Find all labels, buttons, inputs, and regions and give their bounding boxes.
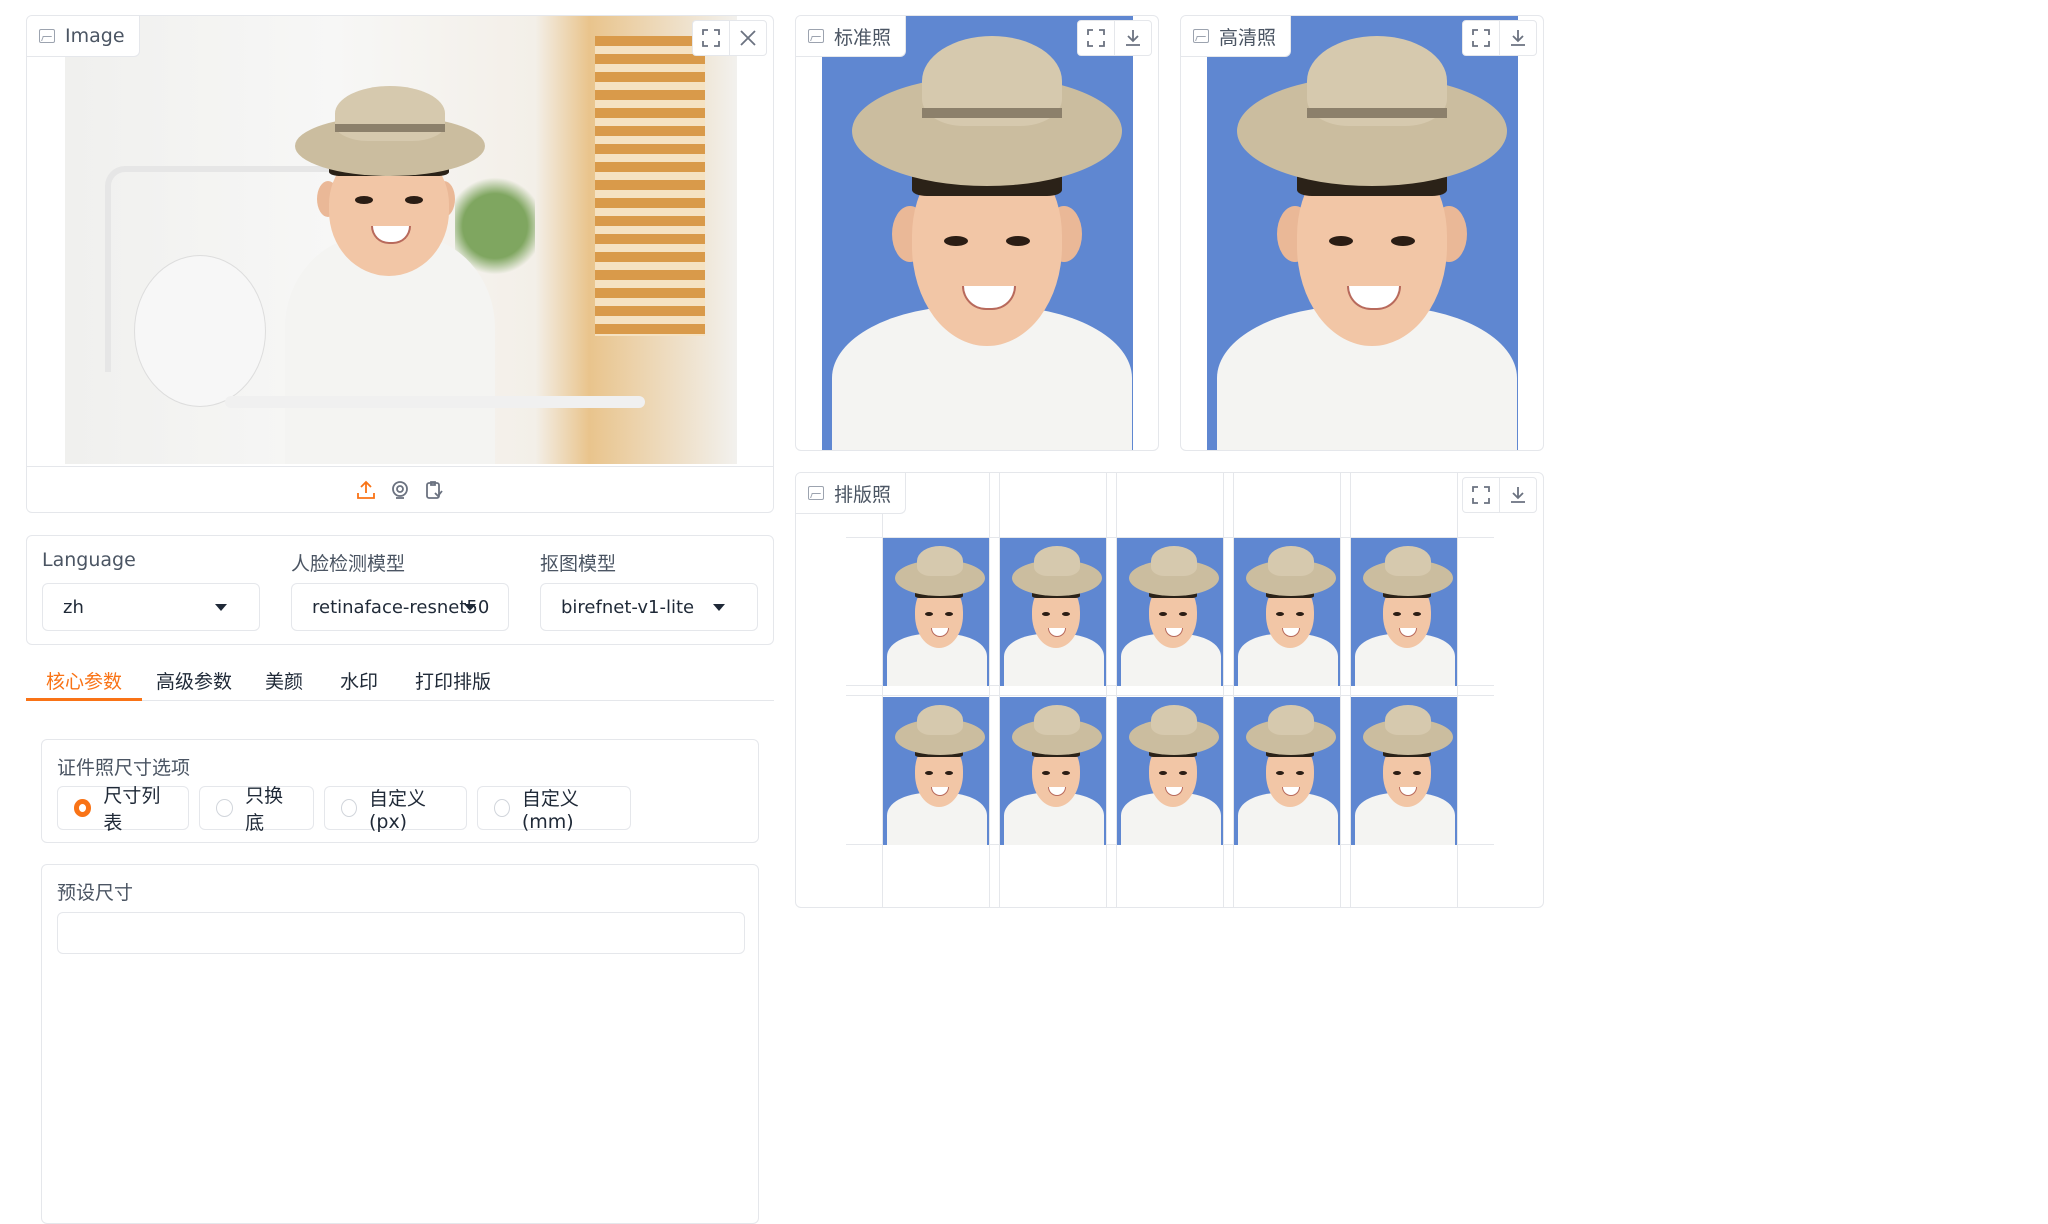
layout-thumbnail xyxy=(1000,697,1106,845)
parameter-tabs: 核心参数 高级参数 美颜 水印 打印排版 xyxy=(25,660,774,701)
layout-thumbnail xyxy=(1000,538,1106,686)
size-options-title: 证件照尺寸选项 xyxy=(57,757,191,779)
standard-photo-badge: 标准照 xyxy=(796,16,907,57)
upload-icon[interactable] xyxy=(354,478,378,502)
bunny-pillow xyxy=(135,256,265,406)
hd-photo-label: 高清照 xyxy=(1219,26,1277,49)
layout-thumbnail xyxy=(1234,697,1340,845)
matting-model-value: birefnet-v1-lite xyxy=(561,596,695,618)
standard-photo-image xyxy=(822,16,1133,450)
tab-core-params[interactable]: 核心参数 xyxy=(25,660,143,701)
crib-rail xyxy=(225,396,645,408)
fullscreen-icon[interactable] xyxy=(1463,478,1499,512)
radio-custom-mm-label: 自定义(mm) xyxy=(521,787,579,833)
layout-photo-badge: 排版照 xyxy=(796,473,907,514)
preset-size-title: 预设尺寸 xyxy=(57,882,134,904)
hd-photo-badge: 高清照 xyxy=(1181,16,1292,57)
radio-change-bg-label: 只换底 xyxy=(245,785,284,834)
clipboard-icon[interactable] xyxy=(422,478,446,502)
tab-advanced-params[interactable]: 高级参数 xyxy=(156,660,232,700)
fullscreen-icon[interactable] xyxy=(1078,21,1114,55)
webcam-icon[interactable] xyxy=(388,478,412,502)
matting-model-select[interactable]: birefnet-v1-lite xyxy=(540,583,758,631)
radio-dot xyxy=(494,799,510,817)
radio-dot xyxy=(74,799,92,817)
tab-print-layout[interactable]: 打印排版 xyxy=(415,660,491,700)
chevron-down-icon xyxy=(713,604,725,611)
layout-thumbnail xyxy=(1351,538,1457,686)
window-blinds xyxy=(595,36,705,336)
standard-photo-toolbar xyxy=(1077,20,1152,56)
face-model-label: 人脸检测模型 xyxy=(291,553,406,575)
standard-photo-panel: 标准照 xyxy=(795,15,1159,451)
radio-size-list-label: 尺寸列表 xyxy=(103,785,161,834)
download-icon[interactable] xyxy=(1114,21,1151,55)
hd-photo-panel: 高清照 xyxy=(1180,15,1544,451)
layout-photo-toolbar xyxy=(1462,477,1537,513)
input-image-toolbar xyxy=(692,20,767,56)
layout-sheet xyxy=(846,473,1494,907)
layout-thumbnail xyxy=(883,538,989,686)
hd-photo-image xyxy=(1207,16,1518,450)
radio-size-list[interactable]: 尺寸列表 xyxy=(57,785,189,834)
layout-thumbnail xyxy=(1351,697,1457,845)
input-image-panel: Image xyxy=(26,15,774,513)
preset-size-select[interactable] xyxy=(57,912,745,954)
image-icon xyxy=(1193,29,1209,43)
radio-custom-mm[interactable]: 自定义(mm) xyxy=(477,786,631,833)
fullscreen-icon[interactable] xyxy=(693,21,729,55)
layout-thumbnail xyxy=(1117,697,1223,845)
face-model-value: retinaface-resnet50 xyxy=(312,596,490,618)
radio-change-bg-only[interactable]: 只换底 xyxy=(199,785,314,834)
face-model-select[interactable]: retinaface-resnet50 xyxy=(291,583,509,631)
language-label: Language xyxy=(42,549,136,571)
image-icon xyxy=(39,29,55,43)
radio-custom-px[interactable]: 自定义(px) xyxy=(324,786,467,833)
input-image-badge: Image xyxy=(27,16,140,57)
layout-thumbnail xyxy=(1234,538,1340,686)
language-select[interactable]: zh xyxy=(42,583,260,631)
radio-dot xyxy=(216,799,234,817)
image-source-toolbar xyxy=(26,466,774,513)
input-image-label: Image xyxy=(65,25,125,47)
image-icon xyxy=(808,29,824,43)
standard-photo-label: 标准照 xyxy=(834,26,892,49)
layout-photo-panel: 排版照 xyxy=(795,472,1544,908)
radio-custom-px-label: 自定义(px) xyxy=(368,787,426,833)
layout-thumbnail xyxy=(1117,538,1223,686)
hd-photo-toolbar xyxy=(1462,20,1537,56)
layout-thumbnail xyxy=(883,697,989,845)
matting-model-label: 抠图模型 xyxy=(540,553,617,575)
download-icon[interactable] xyxy=(1499,478,1536,512)
chevron-down-icon xyxy=(215,604,227,611)
download-icon[interactable] xyxy=(1499,21,1536,55)
image-icon xyxy=(808,486,824,500)
input-photo xyxy=(65,16,737,464)
layout-photo-label: 排版照 xyxy=(834,483,892,506)
radio-dot xyxy=(341,799,357,817)
chevron-down-icon xyxy=(464,604,476,611)
fullscreen-icon[interactable] xyxy=(1463,21,1499,55)
tab-beauty[interactable]: 美颜 xyxy=(265,660,303,700)
language-value: zh xyxy=(63,596,84,618)
tab-watermark[interactable]: 水印 xyxy=(340,660,378,700)
close-icon[interactable] xyxy=(729,21,766,55)
